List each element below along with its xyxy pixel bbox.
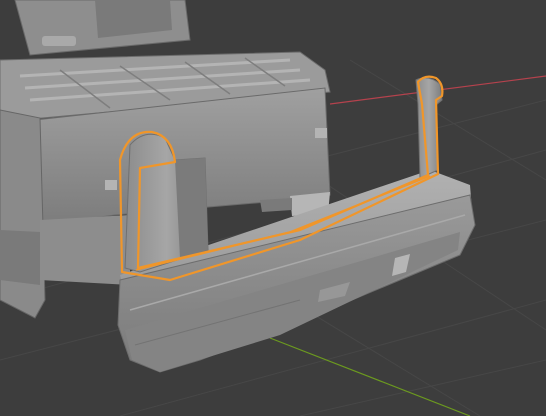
- 3d-viewport[interactable]: [0, 0, 546, 416]
- y-axis-line: [269, 337, 471, 416]
- viewport-scene[interactable]: [0, 0, 546, 416]
